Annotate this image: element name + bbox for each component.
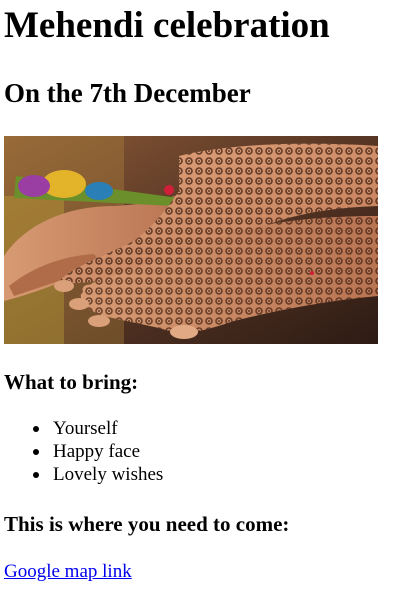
- list-item-label: Happy face: [53, 441, 141, 462]
- bullet-icon: [33, 472, 39, 478]
- bring-list: Yourself Happy face Lovely wishes: [4, 417, 163, 486]
- page-title: Mehendi celebration: [4, 5, 330, 46]
- bring-heading: What to bring:: [4, 370, 139, 394]
- bullet-icon: [33, 426, 39, 432]
- page-subtitle: On the 7th December: [4, 78, 251, 108]
- henna-hands-image: [4, 136, 378, 344]
- list-item-label: Yourself: [53, 418, 118, 439]
- list-item-label: Lovely wishes: [53, 464, 164, 485]
- location-heading: This is where you need to come:: [4, 512, 290, 536]
- list-item: Lovely wishes: [33, 463, 164, 486]
- bullet-icon: [33, 449, 39, 455]
- list-item: Happy face: [33, 440, 163, 463]
- google-map-link[interactable]: Google map link: [4, 560, 132, 584]
- list-item: Yourself: [33, 417, 163, 440]
